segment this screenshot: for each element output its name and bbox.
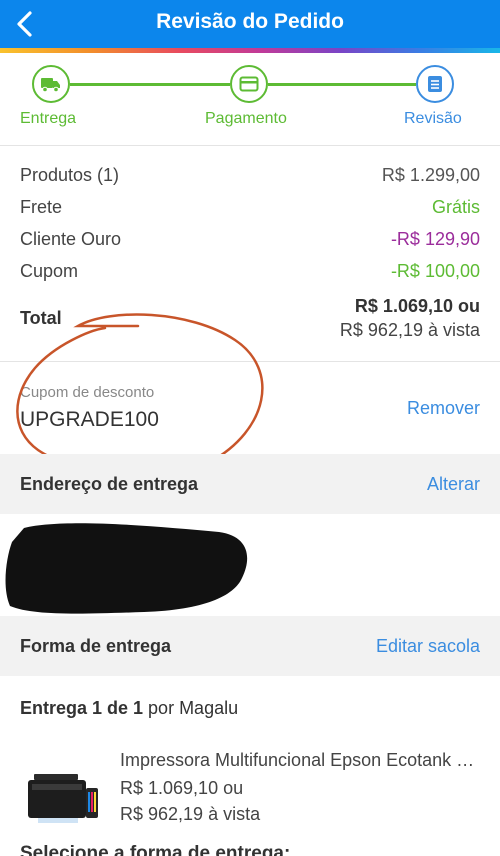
- summary-row-cliente-ouro: Cliente Ouro -R$ 129,90: [20, 229, 480, 261]
- page-title: Revisão do Pedido: [156, 10, 344, 33]
- checkout-stepper: Entrega Pagamento Revisão: [0, 53, 500, 145]
- step-label-pagamento: Pagamento: [205, 110, 287, 127]
- product-price: R$ 1.069,10 ou: [120, 778, 244, 798]
- cliente-ouro-value: -R$ 129,90: [390, 229, 480, 249]
- delivery-header: Forma de entrega Editar sacola: [0, 616, 500, 676]
- redacted-address: [5, 523, 248, 614]
- order-summary: Produtos (1) R$ 1.299,00 Frete Grátis Cl…: [20, 165, 480, 293]
- delivery-title: Forma de entrega: [20, 636, 172, 656]
- total-label: Total: [20, 308, 62, 328]
- order-total: Total R$ 1.069,10 ou R$ 962,19 à vista: [20, 296, 480, 346]
- address-title: Endereço de entrega: [20, 474, 199, 494]
- total-value: R$ 1.069,10 ou: [354, 296, 480, 316]
- remove-coupon-button[interactable]: Remover: [407, 398, 480, 419]
- frete-label: Frete: [20, 197, 63, 217]
- shipment-info: Entrega 1 de 1 por Magalu: [20, 698, 238, 719]
- credit-card-icon: [239, 76, 259, 92]
- step-label-revisao: Revisão: [404, 110, 462, 127]
- cupom-label: Cupom: [20, 261, 79, 281]
- top-bar: Revisão do Pedido: [0, 0, 500, 48]
- step-pagamento[interactable]: [230, 65, 268, 103]
- step-connector: [70, 83, 230, 86]
- coupon-code: UPGRADE100: [20, 408, 159, 431]
- divider: [0, 145, 500, 146]
- product-name: Impressora Multifuncional Epson Ecotank …: [120, 750, 480, 770]
- total-cash-value: R$ 962,19 à vista: [339, 320, 480, 340]
- document-icon: [428, 76, 442, 92]
- cliente-ouro-label: Cliente Ouro: [20, 229, 122, 249]
- summary-row-produtos: Produtos (1) R$ 1.299,00: [20, 165, 480, 197]
- shipment-count: Entrega 1 de 1: [20, 698, 144, 718]
- summary-row-cupom: Cupom -R$ 100,00: [20, 261, 480, 293]
- coupon-section: Cupom de desconto UPGRADE100 Remover: [0, 362, 500, 452]
- produtos-value: R$ 1.299,00: [381, 165, 480, 185]
- step-revisao[interactable]: [416, 65, 454, 103]
- address-details: [0, 514, 500, 616]
- edit-bag-link[interactable]: Editar sacola: [376, 636, 480, 657]
- printer-product-image: [28, 774, 98, 823]
- summary-row-frete: Frete Grátis: [20, 197, 480, 229]
- product-item[interactable]: Impressora Multifuncional Epson Ecotank …: [0, 740, 500, 840]
- change-address-link[interactable]: Alterar: [427, 474, 480, 495]
- produtos-label: Produtos (1): [20, 165, 120, 185]
- cupom-value: -R$ 100,00: [390, 261, 480, 281]
- step-connector: [268, 83, 416, 86]
- truck-icon: [41, 78, 60, 93]
- shipment-seller: por Magalu: [143, 698, 239, 718]
- product-cash-price: R$ 962,19 à vista: [120, 804, 261, 824]
- select-delivery-label: Selecione a forma de entrega:: [20, 843, 291, 856]
- coupon-label: Cupom de desconto: [20, 384, 155, 401]
- step-label-entrega: Entrega: [20, 110, 77, 127]
- frete-value: Grátis: [431, 197, 480, 217]
- address-header: Endereço de entrega Alterar: [0, 454, 500, 514]
- step-entrega[interactable]: [32, 65, 70, 103]
